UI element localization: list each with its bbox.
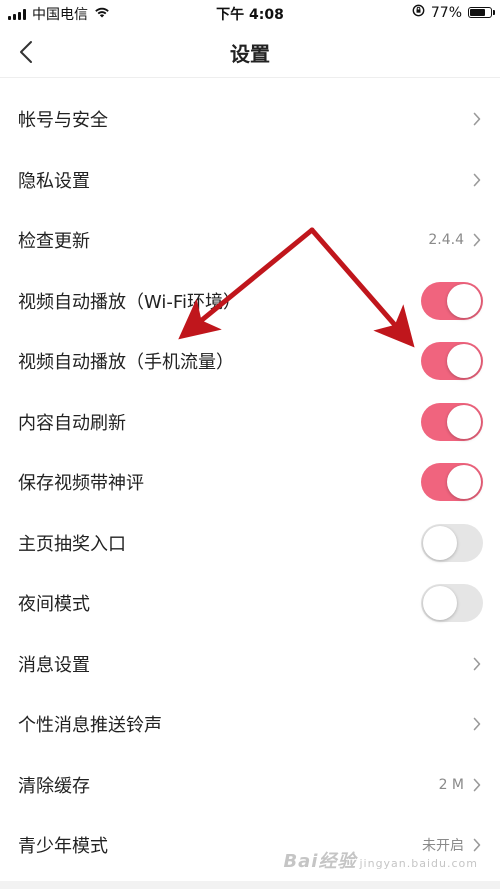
settings-row-label: 个性消息推送铃声 (18, 715, 162, 737)
toggle-switch[interactable] (421, 402, 483, 441)
toggle-switch[interactable] (421, 281, 483, 320)
toggle-knob (447, 344, 481, 379)
chevron-right-icon (472, 656, 482, 672)
toggle-knob (447, 404, 481, 439)
settings-row-label: 清除缓存 (18, 775, 90, 797)
status-right: 77% (412, 4, 495, 21)
settings-row-value: 2.4.4 (428, 232, 464, 249)
settings-row[interactable]: 视频自动播放（Wi-Fi环境） (0, 271, 500, 332)
nav-bar: 设置 (0, 26, 500, 78)
settings-row-label: 帐号与安全 (18, 110, 108, 132)
settings-row[interactable]: 夜间模式 (0, 573, 500, 634)
settings-row-label: 消息设置 (18, 654, 90, 676)
settings-row-control (472, 172, 482, 188)
settings-row-label: 保存视频带神评 (18, 473, 144, 495)
chevron-right-icon (472, 172, 482, 188)
chevron-right-icon (472, 716, 482, 732)
settings-row-control (421, 523, 483, 562)
toggle-switch[interactable] (421, 523, 483, 562)
settings-row-control (421, 463, 483, 502)
battery-fill (470, 9, 485, 16)
toggle-knob (423, 586, 457, 621)
orientation-lock-icon (412, 4, 425, 21)
settings-row[interactable]: 帐号与安全 (0, 89, 500, 150)
settings-row[interactable]: 个性消息推送铃声 (0, 694, 500, 755)
settings-row[interactable]: 清除缓存 2 M (0, 755, 500, 816)
settings-row[interactable]: 主页抽奖入口 (0, 513, 500, 574)
settings-row-label: 夜间模式 (18, 594, 90, 616)
settings-row-label: 主页抽奖入口 (18, 533, 126, 555)
settings-row-control (421, 281, 483, 320)
settings-row-label: 视频自动播放（手机流量） (18, 352, 234, 374)
settings-row-control (472, 716, 482, 732)
battery-percent: 77% (430, 4, 462, 21)
status-bar: 中国电信 下午 4:08 77% (0, 0, 500, 26)
settings-row-control: 2 M (439, 777, 482, 793)
settings-row-label: 内容自动刷新 (18, 412, 126, 434)
settings-list: 帐号与安全隐私设置检查更新 2.4.4 视频自动播放（Wi-Fi环境） 视频自动播放（… (0, 89, 500, 876)
settings-row[interactable]: 内容自动刷新 (0, 392, 500, 453)
settings-row-control (472, 656, 482, 672)
chevron-right-icon (472, 777, 482, 793)
settings-row[interactable]: 隐私设置 (0, 150, 500, 211)
settings-row-control: 2.4.4 (428, 232, 482, 248)
settings-row-control (421, 402, 483, 441)
watermark-text: Bai经验 (283, 851, 357, 872)
settings-row[interactable]: 视频自动播放（手机流量） (0, 331, 500, 392)
chevron-right-icon (472, 232, 482, 248)
settings-row[interactable]: 消息设置 (0, 634, 500, 695)
battery-icon (468, 7, 495, 18)
settings-row-label: 检查更新 (18, 231, 90, 253)
bottom-strip (0, 881, 500, 889)
toggle-switch[interactable] (421, 342, 483, 381)
settings-row-label: 视频自动播放（Wi-Fi环境） (18, 291, 241, 313)
toggle-knob (423, 525, 457, 560)
settings-row[interactable]: 检查更新 2.4.4 (0, 210, 500, 271)
settings-row-value: 2 M (438, 776, 464, 793)
settings-row-label: 隐私设置 (18, 170, 90, 192)
settings-row-control (421, 584, 483, 623)
toggle-knob (447, 465, 481, 500)
settings-row-control (421, 342, 483, 381)
toggle-switch[interactable] (421, 463, 483, 502)
settings-row[interactable]: 保存视频带神评 (0, 452, 500, 513)
settings-row-control (472, 111, 482, 127)
chevron-right-icon (472, 111, 482, 127)
watermark-logo: Bai经验 jingyan.baidu.com (283, 847, 478, 873)
watermark-sub: jingyan.baidu.com (359, 857, 478, 870)
toggle-knob (447, 283, 481, 318)
page-title: 设置 (230, 42, 270, 66)
toggle-switch[interactable] (421, 584, 483, 623)
